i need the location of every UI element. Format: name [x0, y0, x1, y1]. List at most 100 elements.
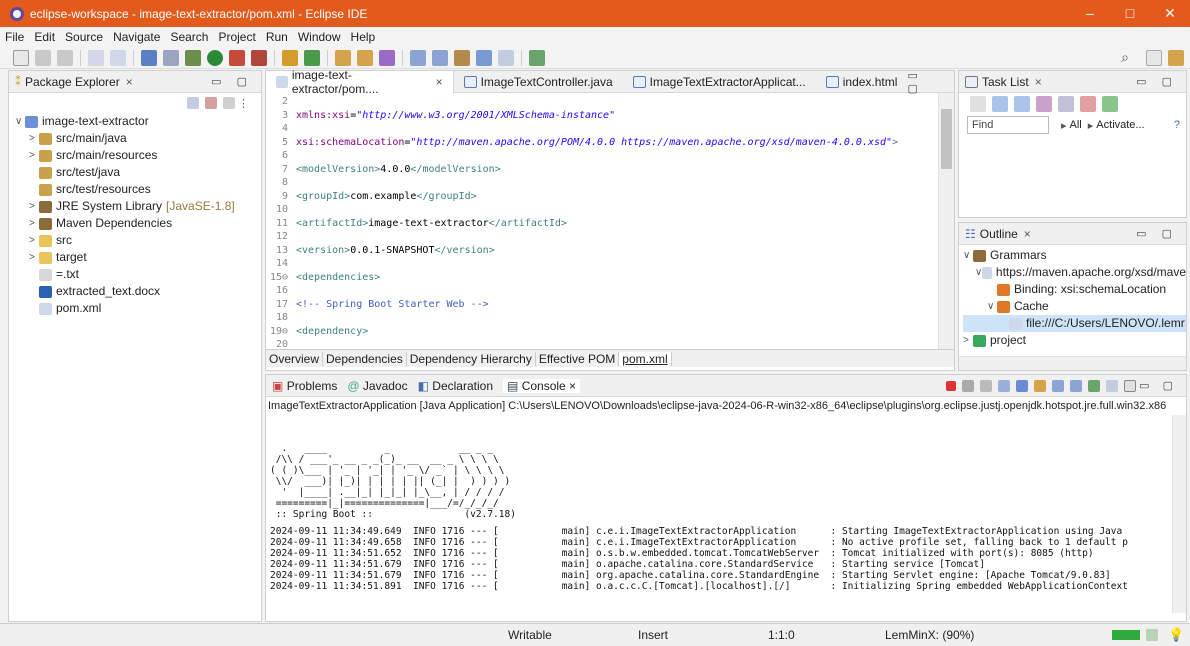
tab-problems[interactable]: ▣ Problems [272, 379, 337, 393]
menu-source[interactable]: Source [60, 30, 108, 44]
open-type-icon[interactable] [335, 49, 351, 66]
new-java-project-icon[interactable] [282, 49, 298, 66]
tab-index-html[interactable]: index.html [816, 71, 908, 93]
tree-item[interactable]: =.txt [9, 266, 261, 283]
outline-item[interactable]: ∨ Grammars [963, 247, 1186, 264]
minimize-maximize-icon[interactable]: ▭ ▢ [1136, 227, 1178, 240]
new-task-icon[interactable] [970, 96, 986, 112]
tree-item[interactable]: src/test/java [9, 164, 261, 181]
scroll-lock-icon[interactable] [1016, 379, 1029, 392]
package-explorer-tab[interactable]: ⁑ Package Explorer × ▭ ▢ [9, 71, 261, 93]
save-icon[interactable] [35, 49, 51, 66]
view-menu-icon[interactable]: ⋮ [238, 97, 249, 110]
outline-tab[interactable]: ☷ Outline × ▭ ▢ [959, 223, 1186, 245]
outline-item[interactable]: > project [963, 332, 1186, 349]
menu-search[interactable]: Search [165, 30, 213, 44]
forward-icon[interactable] [498, 49, 514, 66]
menu-navigate[interactable]: Navigate [108, 30, 165, 44]
clear-console-icon[interactable] [998, 379, 1011, 392]
hide-completed-icon[interactable] [1058, 96, 1074, 112]
tree-item[interactable]: > src [9, 232, 261, 249]
menu-window[interactable]: Window [293, 30, 346, 44]
horizontal-scrollbar[interactable] [959, 356, 1186, 370]
expand-arrow-icon[interactable]: ∨ [987, 298, 997, 315]
tab-dependency-hierarchy[interactable]: Dependency Hierarchy [407, 351, 536, 366]
tab-dependencies[interactable]: Dependencies [323, 351, 407, 366]
menu-file[interactable]: File [0, 30, 29, 44]
tree-item[interactable]: > Maven Dependencies [9, 215, 261, 232]
tab-pom-xml[interactable]: image-text-extractor/pom.... × [266, 68, 454, 96]
expand-arrow-icon[interactable]: ∨ [963, 247, 973, 264]
sync-icon[interactable] [1102, 96, 1118, 112]
new-class-icon[interactable] [304, 49, 320, 66]
activate-link[interactable]: Activate... [1096, 119, 1144, 131]
expand-arrow-icon[interactable]: ∨ [975, 264, 982, 281]
search-icon[interactable]: ⌕ [1121, 49, 1129, 66]
minimize-maximize-icon[interactable]: ▭ ▢ [907, 69, 946, 95]
tree-item[interactable]: ∨ image-text-extractor [9, 113, 261, 130]
filter-icon[interactable] [223, 97, 235, 109]
collapse-icon[interactable] [1080, 96, 1096, 112]
minimize-maximize-icon[interactable]: ▭ ▢ [1139, 379, 1178, 392]
minimize-button[interactable]: – [1070, 5, 1110, 22]
tip-icon[interactable]: 💡 [1168, 627, 1184, 643]
help-icon[interactable]: ? [1174, 119, 1180, 131]
tab-javadoc[interactable]: @ Javadoc [347, 379, 407, 393]
open-task-icon[interactable] [357, 49, 373, 66]
terminate-icon[interactable] [946, 380, 957, 391]
tab-image-text-controller[interactable]: ImageTextController.java [454, 71, 623, 93]
vertical-scrollbar[interactable] [938, 93, 954, 349]
find-input[interactable]: Find [967, 116, 1049, 134]
tree-item[interactable]: src/test/resources [9, 181, 261, 198]
outline-item[interactable]: ∨ https://maven.apache.org/xsd/mave [963, 264, 1186, 281]
minimize-maximize-icon[interactable]: ▭ ▢ [1136, 75, 1178, 88]
tab-pom-xml-source[interactable]: pom.xml [619, 351, 672, 366]
remove-launch-icon[interactable] [962, 379, 975, 392]
previous-annotation-icon[interactable] [432, 49, 448, 66]
next-annotation-icon[interactable] [410, 49, 426, 66]
new-console-icon[interactable] [1124, 379, 1137, 392]
external-tools-icon[interactable] [251, 49, 267, 66]
link-editor-icon[interactable] [205, 97, 217, 109]
expand-arrow-icon[interactable]: > [29, 130, 39, 147]
expand-arrow-icon[interactable]: > [29, 198, 39, 215]
edit-icon[interactable] [379, 49, 395, 66]
expand-arrow-icon[interactable]: > [29, 232, 39, 249]
tab-overview[interactable]: Overview [266, 351, 324, 366]
outline-item[interactable]: ∨ Cache [963, 298, 1186, 315]
tree-item[interactable]: pom.xml [9, 300, 261, 317]
undo-icon[interactable] [88, 49, 104, 66]
heap-status-icon[interactable] [1112, 630, 1140, 640]
show-stdout-icon[interactable] [1052, 379, 1065, 392]
expand-arrow-icon[interactable]: > [29, 147, 39, 164]
expand-arrow-icon[interactable]: > [29, 215, 39, 232]
last-edit-icon[interactable] [454, 49, 470, 66]
scroll-thumb[interactable] [941, 109, 952, 169]
close-button[interactable]: ✕ [1150, 5, 1190, 22]
menu-project[interactable]: Project [213, 30, 260, 44]
pin-editor-icon[interactable] [529, 49, 545, 66]
tree-item[interactable]: > JRE System Library [JavaSE-1.8] [9, 198, 261, 215]
tab-image-text-extractor-application[interactable]: ImageTextExtractorApplicat... [623, 71, 816, 93]
tree-item[interactable]: > src/main/resources [9, 147, 261, 164]
java-perspective-icon[interactable] [1168, 49, 1184, 66]
tab-declaration[interactable]: ◧ Declaration [418, 379, 493, 393]
close-icon[interactable]: × [436, 75, 443, 89]
skip-breakpoints-icon[interactable] [163, 49, 179, 66]
coverage-icon[interactable] [229, 49, 245, 66]
task-list-tab[interactable]: Task List × ▭ ▢ [959, 71, 1186, 93]
remove-all-icon[interactable] [980, 379, 993, 392]
redo-icon[interactable] [110, 49, 126, 66]
show-stderr-icon[interactable] [1070, 379, 1083, 392]
expand-arrow-icon[interactable]: > [963, 332, 973, 349]
categorized-icon[interactable] [992, 96, 1008, 112]
debug-icon[interactable] [185, 49, 201, 66]
run-icon[interactable] [207, 49, 223, 66]
all-filter[interactable]: All [1070, 119, 1082, 131]
notification-icon[interactable] [1146, 629, 1158, 641]
collapse-all-icon[interactable] [187, 97, 199, 109]
close-icon[interactable]: × [126, 75, 133, 89]
close-icon[interactable]: × [1035, 75, 1042, 89]
pin-console-icon[interactable] [1088, 379, 1101, 392]
console-log[interactable]: 2024-09-11 11:34:49.649 INFO 1716 --- [ … [266, 520, 1186, 592]
